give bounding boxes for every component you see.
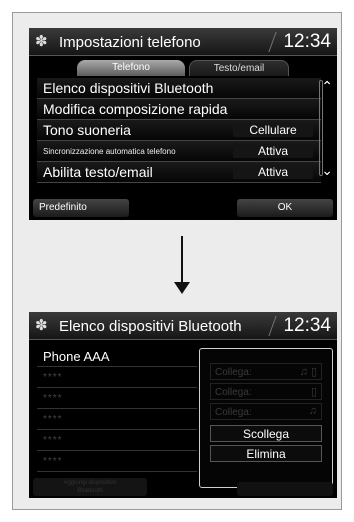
list-item-label: Tono suoneria [43, 122, 131, 138]
delete-button[interactable]: Elimina [210, 445, 322, 462]
connect-label: Collega: [215, 407, 252, 418]
device-name: **** [43, 435, 63, 446]
screen-title: Impostazioni telefono [59, 34, 201, 51]
list-item-label: Modifica composizione rapida [43, 101, 228, 117]
title-bar: ✽ Impostazioni telefono 12:34 [29, 28, 337, 56]
double-chevron-down-icon[interactable]: ⌄ [321, 162, 333, 179]
list-item-label: Sincronizzazione automatica telefono [43, 147, 176, 156]
list-item-bluetooth-devices[interactable]: Elenco dispositivi Bluetooth [37, 78, 321, 99]
connect-both-option[interactable]: Collega: ♫ ▯ [210, 363, 322, 380]
list-item-ringtone[interactable]: Tono suoneria Cellulare [37, 120, 321, 141]
device-item[interactable]: **** [37, 451, 197, 472]
connect-audio-option[interactable]: Collega: ♫ [210, 403, 322, 420]
device-item[interactable]: **** [37, 388, 197, 409]
device-name: **** [43, 456, 63, 467]
tab-telefono[interactable]: Telefono [77, 60, 185, 76]
arrow-head [174, 282, 190, 294]
phone-settings-screen: ✽ Impostazioni telefono 12:34 Telefono T… [29, 28, 337, 220]
bluetooth-device-list-screen: ✽ Elenco dispositivi Bluetooth 12:34 Pho… [29, 312, 337, 498]
device-name: Phone AAA [43, 349, 110, 364]
device-item[interactable]: **** [37, 409, 197, 430]
device-item[interactable]: **** [37, 430, 197, 451]
list-item-value: Attiva [233, 144, 313, 158]
settings-list: Elenco dispositivi Bluetooth Modifica co… [37, 78, 321, 183]
clock-divider [268, 316, 277, 336]
list-item-label: Abilita testo/email [43, 164, 153, 180]
clock-divider [268, 32, 277, 52]
connect-label: Collega: [215, 387, 252, 398]
device-name: **** [43, 393, 63, 404]
list-item-value: Attiva [233, 165, 313, 179]
disconnect-button[interactable]: Scollega [210, 425, 322, 442]
add-device-label-line1: Aggiungi dispositivo [63, 480, 117, 486]
clock: 12:34 [283, 31, 331, 52]
add-device-label-line2: Bluetooth [77, 488, 103, 494]
ok-button[interactable]: OK [237, 199, 333, 217]
tab-bar: Telefono Testo/email [29, 58, 337, 76]
device-name: **** [43, 414, 63, 425]
device-name: **** [43, 372, 63, 383]
list-item-speed-dial[interactable]: Modifica composizione rapida [37, 99, 321, 120]
screen-title: Elenco dispositivi Bluetooth [59, 318, 242, 335]
gear-icon: ✽ [35, 317, 48, 334]
title-bar: ✽ Elenco dispositivi Bluetooth 12:34 [29, 312, 337, 340]
device-item[interactable]: **** [37, 367, 197, 388]
gear-icon: ✽ [35, 33, 48, 50]
footer-bar: Predefinito OK [29, 196, 337, 220]
device-list: Phone AAA **** **** **** **** **** [37, 346, 197, 472]
add-bluetooth-device-button[interactable]: Aggiungi dispositivo Bluetooth [33, 478, 147, 496]
music-note-icon: ♫ [308, 405, 317, 417]
connect-phone-option[interactable]: Collega: ▯ [210, 383, 322, 400]
default-button[interactable]: Predefinito [33, 199, 129, 217]
phone-icon: ▯ [310, 386, 317, 398]
double-chevron-up-icon[interactable]: ⌃ [321, 78, 333, 95]
list-item-enable-text-email[interactable]: Abilita testo/email Attiva [37, 162, 321, 183]
device-item[interactable]: Phone AAA [37, 346, 197, 367]
tab-testo-email[interactable]: Testo/email [189, 60, 289, 76]
list-item-auto-sync[interactable]: Sincronizzazione automatica telefono Att… [37, 141, 321, 162]
arrow-down-icon [181, 236, 183, 288]
device-options-popup: Collega: ♫ ▯ Collega: ▯ Collega: ♫ Scoll… [199, 348, 333, 488]
footer-bar: Aggiungi dispositivo Bluetooth [29, 476, 337, 498]
list-item-label: Elenco dispositivi Bluetooth [43, 80, 214, 96]
music-note-icon: ♫ ▯ [299, 366, 317, 378]
connect-label: Collega: [215, 367, 252, 378]
disabled-footer-button[interactable] [237, 482, 333, 496]
clock: 12:34 [283, 315, 331, 336]
list-item-value: Cellulare [233, 123, 313, 137]
